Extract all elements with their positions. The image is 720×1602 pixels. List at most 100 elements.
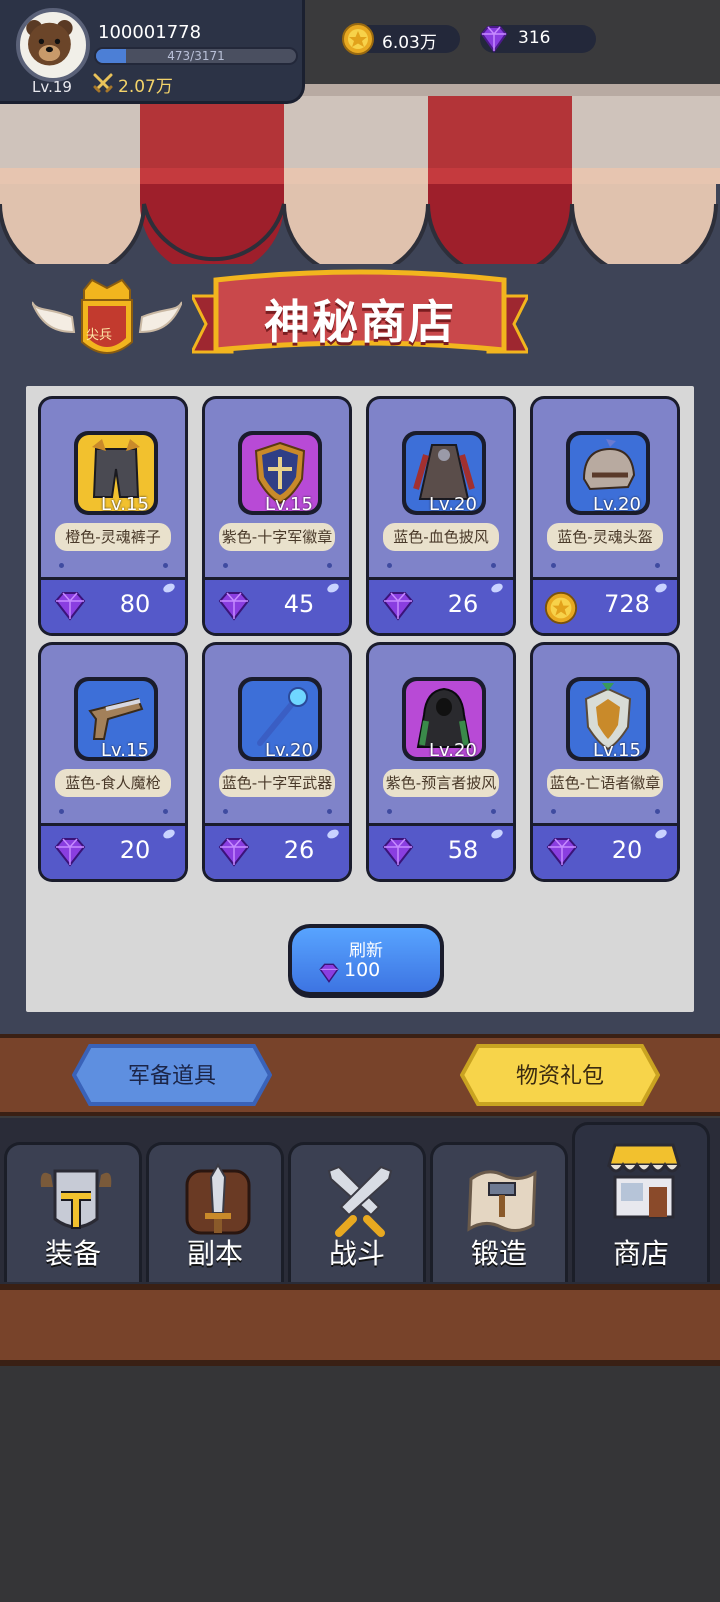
- avatar[interactable]: [16, 8, 90, 82]
- shop-item-card[interactable]: Lv.15 紫色-十字军徽章 45: [202, 396, 352, 636]
- card-body: Lv.15 蓝色-亡语者徽章 20: [533, 645, 677, 879]
- card-body: Lv.20 蓝色-血色披风 26: [369, 399, 513, 633]
- card-body: Lv.15 紫色-十字军徽章 45: [205, 399, 349, 633]
- gem-icon: [215, 590, 253, 622]
- refresh-button-face: 刷新 100: [292, 928, 440, 992]
- nav-label: 装备: [44, 1237, 101, 1270]
- gem-icon: [480, 26, 508, 53]
- card-body: Lv.15 蓝色-食人魔枪 20: [41, 645, 185, 879]
- shop-item-card[interactable]: Lv.15 橙色-灵魂裤子 80: [38, 396, 188, 636]
- gem-icon: [379, 836, 417, 868]
- refresh-cost: 100: [344, 959, 381, 981]
- exp-text: 473/3171: [167, 49, 225, 63]
- item-level: Lv.20: [429, 494, 477, 515]
- item-price: 58: [447, 836, 479, 864]
- card-body: Lv.20 蓝色-灵魂头盔 728: [533, 399, 677, 633]
- gold-coin-icon: [342, 23, 374, 55]
- category-equipment-button[interactable]: 军备道具: [72, 1044, 272, 1106]
- player-level: Lv.19: [32, 78, 72, 96]
- dot-decoration: [223, 809, 228, 814]
- shop-item-card[interactable]: Lv.20 蓝色-十字军武器 26: [202, 642, 352, 882]
- dot-decoration: [491, 809, 496, 814]
- shop-item-card[interactable]: Lv.15 蓝色-食人魔枪 20: [38, 642, 188, 882]
- shop-item-card[interactable]: Lv.15 蓝色-亡语者徽章 20: [530, 642, 680, 882]
- dot-decoration: [327, 809, 332, 814]
- item-level: Lv.15: [101, 494, 149, 515]
- dot-decoration: [387, 563, 392, 568]
- item-level: Lv.15: [265, 494, 313, 515]
- shop-item-card[interactable]: Lv.20 紫色-预言者披风 58: [366, 642, 516, 882]
- dot-decoration: [655, 563, 660, 568]
- nav-label: 锻造: [470, 1237, 527, 1270]
- item-level: Lv.15: [101, 740, 149, 761]
- gem-icon: [51, 836, 89, 868]
- price-bar[interactable]: 26: [369, 577, 513, 633]
- item-level: Lv.20: [429, 740, 477, 761]
- item-name: 橙色-灵魂裤子: [55, 523, 171, 551]
- card-body: Lv.20 蓝色-十字军武器 26: [205, 645, 349, 879]
- dot-decoration: [491, 563, 496, 568]
- nav-tab-dungeon-sword[interactable]: 副本: [146, 1142, 284, 1282]
- shop-item-card[interactable]: Lv.20 蓝色-灵魂头盔 728: [530, 396, 680, 636]
- card-body: Lv.15 橙色-灵魂裤子 80: [41, 399, 185, 633]
- dot-decoration: [59, 563, 64, 568]
- gem-icon: [319, 963, 339, 983]
- price-bar[interactable]: 58: [369, 823, 513, 879]
- price-bar[interactable]: 80: [41, 577, 185, 633]
- rank-badge-label: 尖兵: [86, 328, 113, 343]
- item-price: 728: [604, 590, 650, 618]
- dot-decoration: [551, 563, 556, 568]
- gold-amount: 6.03万: [382, 33, 437, 53]
- category-supply-pack-button[interactable]: 物资礼包: [460, 1044, 660, 1106]
- dot-decoration: [59, 809, 64, 814]
- gem-icon: [215, 836, 253, 868]
- nav-tab-forge-scroll[interactable]: 锻造: [430, 1142, 568, 1282]
- price-bar[interactable]: 728: [533, 577, 677, 633]
- dot-decoration: [223, 563, 228, 568]
- nav-tab-armor[interactable]: 装备: [4, 1142, 142, 1282]
- bear-avatar-icon: [26, 20, 73, 66]
- price-bar[interactable]: 26: [205, 823, 349, 879]
- price-bar[interactable]: 20: [41, 823, 185, 879]
- item-level: Lv.20: [265, 740, 313, 761]
- dot-decoration: [163, 809, 168, 814]
- player-id: 100001778: [98, 22, 202, 43]
- gem-counter[interactable]: 316: [480, 25, 596, 53]
- item-price: 20: [611, 836, 643, 864]
- nav-label: 副本: [186, 1237, 243, 1270]
- price-bar[interactable]: 45: [205, 577, 349, 633]
- dot-decoration: [551, 809, 556, 814]
- nav-tab-shop[interactable]: 商店: [572, 1122, 710, 1282]
- gold-counter[interactable]: 6.03万: [342, 23, 460, 55]
- item-name: 蓝色-亡语者徽章: [547, 769, 663, 797]
- dot-decoration: [387, 809, 392, 814]
- card-body: Lv.20 紫色-预言者披风 58: [369, 645, 513, 879]
- item-name: 紫色-预言者披风: [383, 769, 499, 797]
- gold-coin-icon: [543, 590, 581, 625]
- item-name: 蓝色-灵魂头盔: [547, 523, 663, 551]
- item-price: 20: [119, 836, 151, 864]
- gem-icon: [379, 590, 417, 622]
- item-price: 26: [447, 590, 479, 618]
- crossed-swords-icon: [93, 73, 113, 93]
- item-price: 80: [119, 590, 151, 618]
- bottom-wood-bar: [0, 1284, 720, 1366]
- shop-icon: [606, 1143, 682, 1219]
- refresh-button[interactable]: 刷新 100: [288, 924, 444, 998]
- shop-item-card[interactable]: Lv.20 蓝色-血色披风 26: [366, 396, 516, 636]
- refresh-label: 刷新: [349, 941, 383, 961]
- nav-tab-crossed-swords[interactable]: 战斗: [288, 1142, 426, 1282]
- shop-awning: [0, 84, 720, 264]
- shop-title: 神秘商店: [264, 295, 456, 349]
- item-price: 45: [283, 590, 315, 618]
- rank-badge-icon: [32, 278, 182, 354]
- dot-decoration: [163, 563, 168, 568]
- item-name: 蓝色-食人魔枪: [55, 769, 171, 797]
- item-name: 紫色-十字军徽章: [219, 523, 335, 551]
- item-price: 26: [283, 836, 315, 864]
- gem-icon: [51, 590, 89, 622]
- price-bar[interactable]: 20: [533, 823, 677, 879]
- combat-power: 2.07万: [118, 77, 173, 97]
- item-level: Lv.15: [593, 740, 641, 761]
- gem-amount: 316: [518, 28, 551, 48]
